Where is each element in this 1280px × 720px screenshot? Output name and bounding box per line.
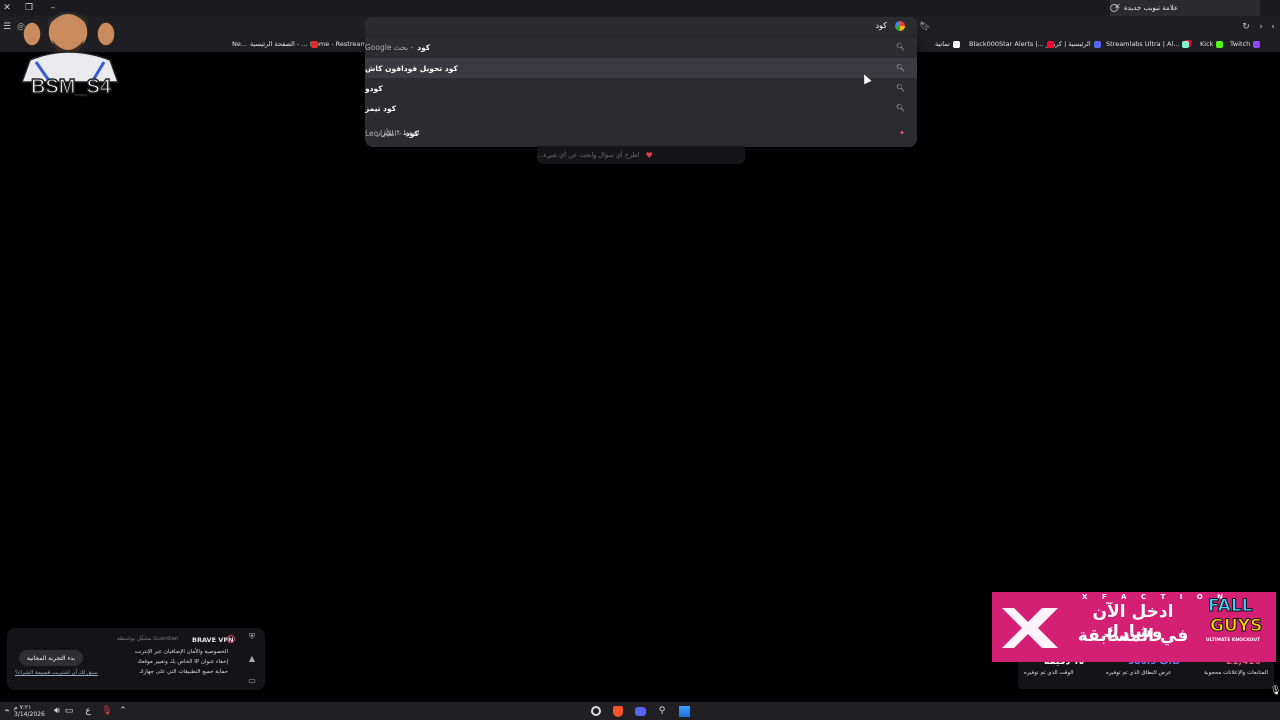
fall-guys-logo: FALL GUYS ULTIMATE KNOCKOUT [1206, 596, 1272, 652]
bookmark-kick[interactable]: Kick [1200, 40, 1224, 48]
streamer-avatar: BSM_S4 [10, 4, 132, 104]
bookmark-label: Ne... [232, 40, 248, 48]
app-icon[interactable] [589, 704, 603, 718]
bookmark-label: Streamlabs Ultra | Al... [1106, 40, 1180, 48]
tab-close-icon[interactable]: ✕ [1114, 2, 1121, 11]
bookmark-label: Home - Restream [310, 40, 367, 48]
microphone-icon[interactable]: 🎙︎ [1270, 686, 1280, 696]
tray-expand-icon[interactable]: ⌃ [116, 704, 130, 718]
tab-new-tab[interactable]: ✕ علامة تبويب جديدة [1110, 0, 1260, 16]
suggestion-query: كود [417, 42, 431, 52]
bookmark-twitch[interactable]: Twitch [1230, 40, 1261, 48]
bookmark-label: Kick [1200, 40, 1214, 48]
bookmark-home[interactable]: الصفحة الرئيسية - ... [250, 40, 318, 48]
display-icon[interactable]: ▭ [62, 704, 76, 718]
system-clock[interactable]: ٧:٢١ م 3/14/2026 [14, 704, 45, 718]
stat-bandwidth-label: عرض النطاق الذي تم توفيره [1106, 670, 1172, 676]
search-icon[interactable]: ⚲ [655, 704, 669, 718]
vpn-subtitle: مشغّل بواسطة Guardian [117, 636, 179, 642]
leo-heart-icon: ♥ [645, 150, 653, 160]
clock-time: ٧:٢١ م [14, 704, 32, 711]
warning-icon[interactable]: ▲ [243, 650, 261, 666]
stat-trackers-label: المتابعات والإعلانات محجوبة [1204, 670, 1268, 676]
promo-subheadline: في المسابقة [1077, 626, 1189, 646]
suggestion-item[interactable]: 🔍︎ كود تيمز [365, 98, 917, 118]
start-free-trial-button[interactable]: بدء التجربة المجانية [19, 650, 83, 666]
vpn-feature: الخصوصية والأمان الإضافيان عبر الإنترنت [134, 649, 228, 655]
google-icon [895, 21, 905, 31]
search-icon: 🔍︎ [896, 104, 905, 112]
suggestion-item[interactable]: 🔍︎ كود تحويل فودافون كاش [365, 58, 917, 78]
brave-browser-icon[interactable] [611, 704, 625, 718]
reload-icon[interactable]: ↻ [1239, 20, 1253, 34]
address-input[interactable]: كود [875, 21, 887, 30]
language-indicator[interactable]: ع [81, 704, 95, 718]
xfaction-logo-icon [1002, 608, 1058, 648]
suggestion-ask-leo[interactable]: ✦ كود - اسأل Leo [365, 123, 917, 143]
suggestion-item[interactable]: 🔍︎ كودو [365, 78, 917, 98]
already-purchased-link[interactable]: سبق لك أن اشتريت قسيمة الشراء؟ [15, 670, 98, 676]
search-icon: 🔍︎ [896, 43, 905, 51]
bookmark-label: Twitch [1230, 40, 1251, 48]
omnibox-suggestions: 🔍︎ كود - بحث Google 🔍︎ كود تحويل فودافون… [365, 37, 917, 147]
start-icon[interactable] [677, 704, 691, 718]
tamatia-icon [952, 40, 960, 48]
bookmark-kreatiz[interactable]: الرئيسية | كريتيز [1046, 40, 1101, 48]
suggestion-google-search[interactable]: 🔍︎ كود - بحث Google [365, 37, 917, 57]
logo-text: GUYS [1209, 616, 1263, 637]
bookmark-tamatia[interactable]: تماتية [935, 40, 960, 48]
logo-text: FALL [1207, 596, 1253, 617]
alerts-icon [1046, 40, 1054, 48]
windows-taskbar: ⌁ ٧:٢١ م 3/14/2026 🔊︎ ▭ ع 🎙︎ ⌃ ⚲ [0, 702, 1280, 720]
bookmark-ne[interactable]: Ne... [232, 40, 247, 48]
title-bar: ✕ ❐ – + ✕ علامة تبويب جديدة [0, 0, 1280, 16]
bookmark-streamlabs[interactable]: Streamlabs Ultra | Al... [1106, 40, 1190, 48]
kreatiz-icon [1093, 40, 1101, 48]
twitch-icon [1253, 40, 1261, 48]
search-icon: 🔍︎ [896, 64, 905, 72]
back-icon[interactable]: ‹ [1266, 20, 1280, 34]
bookmark-label: الصفحة الرئيسية - ... [250, 40, 308, 48]
tab-title: علامة تبويب جديدة [1124, 4, 1179, 12]
bookmark-alerts[interactable]: Black000Star Alerts |... [969, 40, 1054, 48]
leo-icon: ✦ [899, 129, 905, 137]
suggestion-text: كود تحويل فودافون كاش [365, 63, 458, 73]
bookmark-label: تماتية [935, 40, 950, 48]
brave-vpn-popup: BRAVE VPN مشغّل بواسطة Guardian الخصوصية… [7, 628, 265, 690]
suggestion-source: - بحث Google [365, 42, 414, 52]
bookmark-icon[interactable]: 🔖︎ [918, 20, 932, 34]
vpn-logo-icon [227, 635, 235, 643]
discord-icon[interactable] [633, 704, 647, 718]
vpn-shield-icon[interactable]: ⛨ [243, 629, 261, 645]
stat-time-label: الوقت الذي تم توفيره [1024, 670, 1074, 676]
search-icon: 🔍︎ [896, 84, 905, 92]
suggestion-text: كودو [365, 83, 383, 93]
avatar-label: BSM_S4 [30, 75, 112, 99]
window-icon[interactable]: ▭ [243, 672, 261, 688]
ask-placeholder: اطرح أي سؤال وابحث عن أي شيء... [537, 151, 640, 159]
vpn-feature: حماية جميع التطبيقات التي على جهازك [139, 669, 228, 675]
kick-icon [1216, 40, 1224, 48]
clock-date: 3/14/2026 [14, 711, 45, 718]
keyboard-hint: اضغط ↑ للإبراز [377, 129, 420, 137]
suggestion-text: كود تيمز [365, 103, 397, 113]
microphone-icon[interactable]: 🎙︎ [100, 704, 114, 718]
streamlabs-icon [1182, 40, 1190, 48]
address-bar[interactable]: كود [365, 17, 917, 37]
logo-text: ULTIMATE KNOCKOUT [1206, 638, 1261, 643]
vpn-feature: إخفاء عنوان IP الخاص بك وتغيير موقعك [137, 659, 228, 665]
bookmark-label: Black000Star Alerts |... [969, 40, 1044, 48]
promo-banner: X F A C T I O N ادخل الآن وشارك في المسا… [992, 592, 1276, 662]
home-icon [310, 40, 318, 48]
network-icon[interactable]: ⌁ [0, 704, 14, 718]
leo-ask-box[interactable]: ♥ اطرح أي سؤال وابحث عن أي شيء... [537, 146, 745, 164]
